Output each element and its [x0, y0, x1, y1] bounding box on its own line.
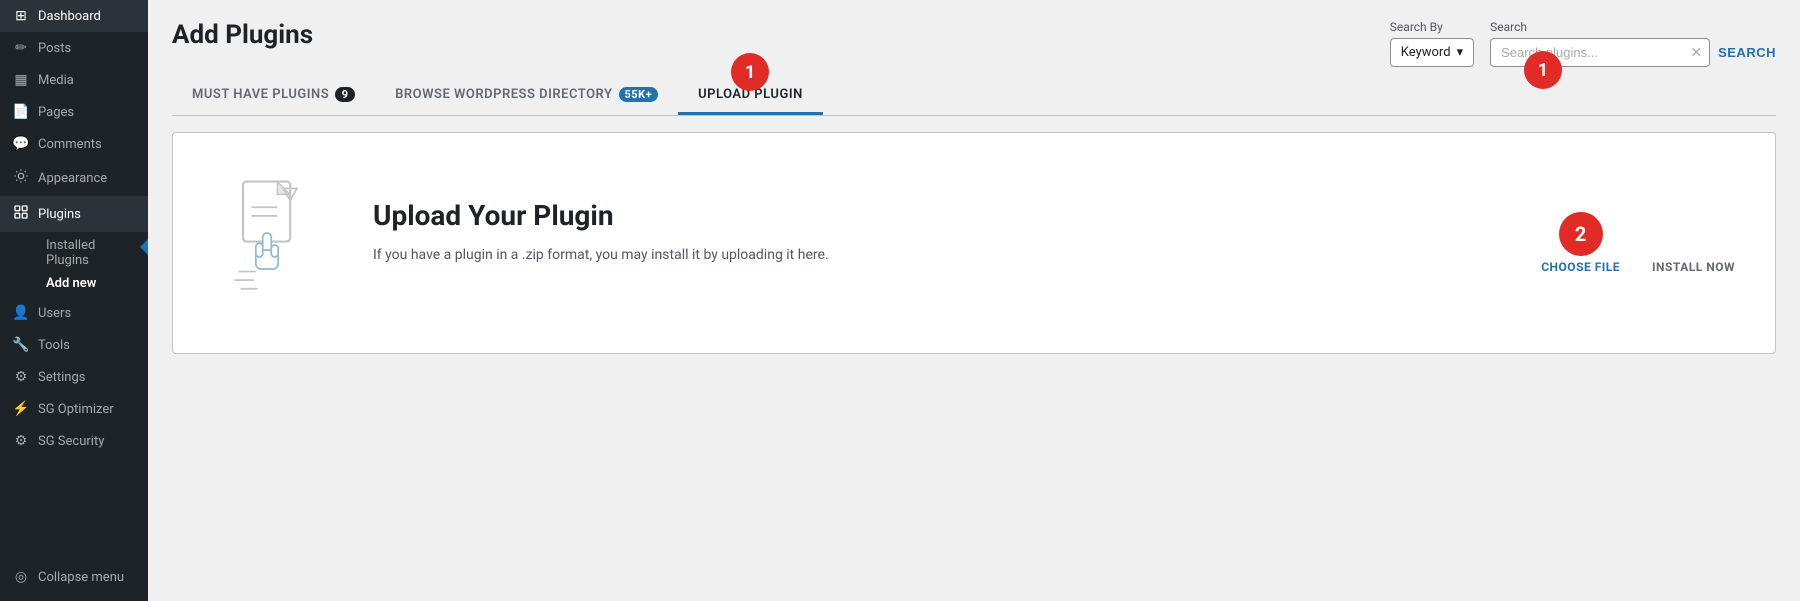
- pages-icon: 📄: [12, 104, 30, 120]
- install-now-label[interactable]: INSTALL NOW: [1652, 260, 1735, 274]
- upload-actions: 2 CHOOSE FILE INSTALL NOW: [1541, 212, 1735, 274]
- upload-section: 1: [172, 132, 1776, 354]
- search-by-group: Search By Keyword ▾: [1390, 20, 1474, 67]
- sidebar-sub-add-new[interactable]: Add new: [38, 272, 148, 295]
- chevron-down-icon: ▾: [1457, 45, 1464, 60]
- search-area: Search By Keyword ▾ Search ✕ SEARCH: [1390, 20, 1776, 67]
- tab-must-have[interactable]: MUST HAVE PLUGINS 9: [172, 77, 375, 115]
- sidebar-item-sg-security[interactable]: ⚙ SG Security: [0, 425, 148, 457]
- sidebar-item-plugins[interactable]: Plugins: [0, 196, 148, 232]
- sidebar-item-users[interactable]: 👤 Users: [0, 297, 148, 329]
- sidebar-item-appearance[interactable]: Appearance: [0, 160, 148, 196]
- plugins-icon: [12, 204, 30, 224]
- upload-text: Upload Your Plugin If you have a plugin …: [373, 199, 1735, 266]
- tab-browse[interactable]: BROWSE WORDPRESS DIRECTORY 55K+: [375, 77, 678, 115]
- tab-browse-badge: 55K+: [619, 87, 659, 102]
- appearance-icon: [12, 168, 30, 188]
- tab-must-have-label: MUST HAVE PLUGINS: [192, 87, 329, 102]
- step2-badge: 2: [1559, 212, 1603, 256]
- sidebar-item-tools[interactable]: 🔧 Tools: [0, 329, 148, 361]
- collapse-icon: ◎: [12, 569, 30, 585]
- search-button[interactable]: SEARCH: [1718, 39, 1776, 66]
- main-content: Add Plugins Search By Keyword ▾ Search ✕…: [148, 0, 1800, 601]
- sidebar-item-dashboard[interactable]: ⊞ Dashboard: [0, 0, 148, 32]
- posts-icon: ✏: [12, 40, 30, 56]
- sidebar-sub-installed-plugins[interactable]: Installed Plugins: [38, 234, 148, 272]
- choose-file-group: 2 CHOOSE FILE: [1541, 212, 1620, 274]
- keyword-label: Keyword: [1401, 45, 1451, 60]
- choose-file-label[interactable]: CHOOSE FILE: [1541, 260, 1620, 274]
- sidebar-item-plugins-wrapper: Plugins Installed Plugins Add new: [0, 196, 148, 297]
- search-input-wrap: ✕: [1490, 38, 1710, 67]
- page-title: Add Plugins: [172, 20, 313, 50]
- tab-must-have-badge: 9: [335, 87, 355, 102]
- install-now-group: INSTALL NOW: [1652, 212, 1735, 274]
- sidebar-item-sg-optimizer[interactable]: ⚡ SG Optimizer: [0, 393, 148, 425]
- sidebar-item-media[interactable]: ▦ Media: [0, 64, 148, 96]
- sidebar-item-settings[interactable]: ⚙ Settings: [0, 361, 148, 393]
- upload-illustration: [213, 173, 333, 293]
- sidebar-item-pages[interactable]: 📄 Pages: [0, 96, 148, 128]
- step1-tab-badge: 1: [731, 53, 769, 91]
- sg-security-icon: ⚙: [12, 433, 30, 449]
- tools-icon: 🔧: [12, 337, 30, 353]
- sg-optimizer-icon: ⚡: [12, 401, 30, 417]
- dashboard-icon: ⊞: [12, 8, 30, 24]
- tab-upload[interactable]: UPLOAD PLUGIN 1: [678, 77, 823, 115]
- users-icon: 👤: [12, 305, 30, 321]
- actions-row: 2 CHOOSE FILE INSTALL NOW: [1541, 212, 1735, 274]
- sidebar-item-comments[interactable]: 💬 Comments: [0, 128, 148, 160]
- collapse-menu-button[interactable]: ◎ Collapse menu: [0, 561, 148, 593]
- upload-title: Upload Your Plugin: [373, 199, 1735, 232]
- upload-description: If you have a plugin in a .zip format, y…: [373, 244, 1735, 266]
- sidebar-bottom: ◎ Collapse menu: [0, 553, 148, 601]
- sidebar: ⊞ Dashboard ✏ Posts ▦ Media 📄 Pages 💬 Co…: [0, 0, 148, 601]
- search-label: Search: [1490, 20, 1776, 34]
- sidebar-item-posts[interactable]: ✏ Posts: [0, 32, 148, 64]
- keyword-select[interactable]: Keyword ▾: [1390, 38, 1474, 67]
- plugins-submenu: Installed Plugins Add new: [0, 232, 148, 297]
- tab-browse-label: BROWSE WORDPRESS DIRECTORY: [395, 87, 612, 102]
- settings-icon: ⚙: [12, 369, 30, 385]
- comments-icon: 💬: [12, 136, 30, 152]
- media-icon: ▦: [12, 72, 30, 88]
- step1-badge: 1: [1524, 51, 1562, 89]
- clear-icon[interactable]: ✕: [1690, 45, 1702, 61]
- search-by-label: Search By: [1390, 20, 1474, 34]
- search-input[interactable]: [1490, 38, 1710, 67]
